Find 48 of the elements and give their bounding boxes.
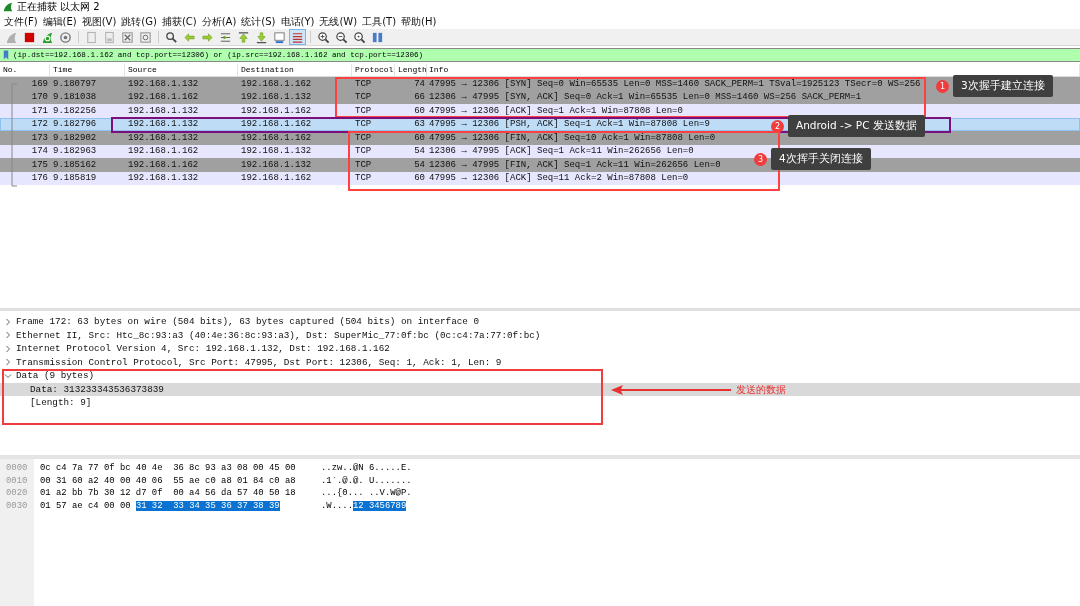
byte-offset: 0020 bbox=[5, 487, 29, 501]
annotation-label: 4次挥手关闭连接 bbox=[771, 148, 871, 170]
menu-item[interactable]: 分析(A) bbox=[201, 14, 237, 29]
ascii-bytes: .1`.@.@. U....... bbox=[321, 474, 412, 488]
hex-bytes: 01 57 ae c4 00 00 31 32 33 34 35 36 37 38 39 bbox=[40, 500, 281, 513]
byte-offset: 0010 bbox=[5, 474, 29, 488]
column-header[interactable]: No. bbox=[0, 64, 50, 76]
menu-item[interactable]: 编辑(E) bbox=[42, 14, 77, 29]
annotation-label: 发送的数据 bbox=[736, 383, 786, 397]
tree-item[interactable]: Frame 172: 63 bytes on wire (504 bits), 63 bytes captured (504 bits) on interface 0 bbox=[16, 316, 480, 328]
menu-item[interactable]: 文件(F) bbox=[4, 14, 38, 29]
column-header[interactable]: Source bbox=[125, 64, 238, 76]
tree-item[interactable]: Transmission Control Protocol, Src Port: 47995, Dst Port: 12306, Seq: 1, Ack: 1, Len: 9 bbox=[16, 356, 502, 368]
column-header[interactable]: Length bbox=[395, 64, 427, 76]
menu-item[interactable]: 统计(S) bbox=[241, 14, 276, 29]
hex-bytes: 00 31 60 a2 40 00 40 06 55 ae c0 a8 01 84 c0 a8 bbox=[40, 474, 297, 488]
byte-offset: 0030 bbox=[5, 500, 29, 513]
tree-item[interactable]: Data (9 bytes) bbox=[16, 370, 95, 382]
menu-item[interactable]: 视图(V) bbox=[81, 14, 117, 29]
hex-bytes: 0c c4 7a 77 0f bc 40 4e 36 8c 93 a3 08 00 45 00 bbox=[40, 462, 297, 475]
annotation-label: Android -> PC 发送数据 bbox=[788, 115, 925, 137]
chevron-down-icon[interactable] bbox=[4, 371, 12, 380]
chevron-right-icon[interactable] bbox=[4, 317, 12, 326]
ascii-bytes: ...{0... ..V.W@P. bbox=[321, 487, 412, 501]
column-header[interactable]: Destination bbox=[238, 64, 352, 76]
tree-item[interactable]: Ethernet II, Src: Htc_8c:93:a3 (40:4e:36:8c:93:a3), Dst: SuperMic_77:0f:bc (0c:c4:7a:77:0f:bc) bbox=[16, 329, 541, 341]
ascii-bytes: .W....12 3456789 bbox=[321, 500, 408, 513]
packet-row[interactable]: 171 9.182256 192.168.1.132 192.168.1.162 TCP 60 47995 → 12306 [ACK] Seq=1 Ack=1 Win=87808 Len=0 bbox=[0, 104, 1080, 118]
menu-item[interactable]: 捕获(C) bbox=[161, 14, 197, 29]
bookmark-icon[interactable] bbox=[3, 50, 9, 60]
shark-fin-icon bbox=[3, 2, 13, 12]
column-header[interactable]: Time bbox=[50, 64, 125, 76]
tree-item[interactable]: [Length: 9] bbox=[0, 396, 1080, 410]
menu-item[interactable]: 电话(Y) bbox=[280, 14, 315, 29]
hex-bytes: 01 a2 bb 7b 30 12 d7 0f 00 a4 56 da 57 40 50 18 bbox=[40, 487, 297, 501]
chevron-right-icon[interactable] bbox=[4, 331, 12, 340]
chevron-right-icon[interactable] bbox=[4, 358, 12, 367]
menu-item[interactable]: 帮助(H) bbox=[401, 14, 437, 29]
chevron-right-icon[interactable] bbox=[4, 344, 12, 353]
column-header[interactable]: Protocol bbox=[352, 64, 395, 76]
menu-item[interactable]: 跳转(G) bbox=[121, 14, 157, 29]
tree-item[interactable]: Internet Protocol Version 4, Src: 192.168.1.132, Dst: 192.168.1.162 bbox=[16, 343, 390, 355]
byte-offset: 0000 bbox=[5, 462, 29, 475]
annotation-label: 3次握手建立连接 bbox=[953, 75, 1053, 97]
ascii-bytes: ..zw..@N 6.....E. bbox=[321, 462, 412, 475]
menu-item[interactable]: 工具(T) bbox=[362, 14, 397, 29]
menu-item[interactable]: 无线(W) bbox=[319, 14, 358, 29]
window-title: 正在捕获 以太网 2 bbox=[17, 0, 100, 14]
